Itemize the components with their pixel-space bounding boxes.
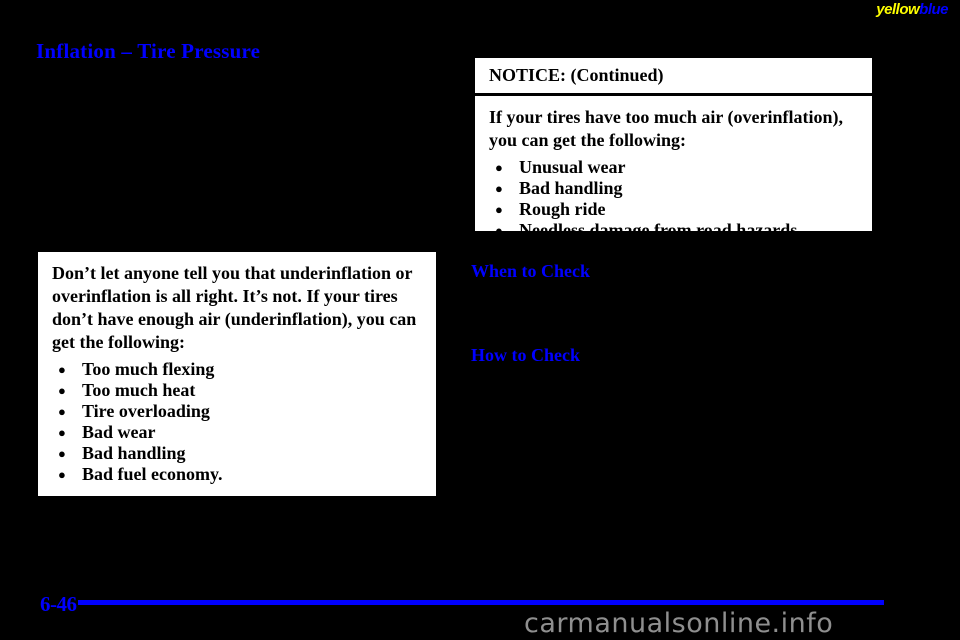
list-item: Bad fuel economy. [52, 464, 422, 485]
list-item: Too much flexing [52, 359, 422, 380]
notice-right-bullet-list: Unusual wear Bad handling Rough ride Nee… [489, 157, 858, 241]
list-item: Tire overloading [52, 401, 422, 422]
watermark-bottom: carmanualsonline.info [524, 608, 834, 639]
notice-right-body-wrap: If your tires have too much air (overinf… [475, 96, 872, 249]
page-title: Inflation – Tire Pressure [36, 39, 261, 63]
manual-page: yellowblue Inflation – Tire Pressure Don… [0, 0, 960, 640]
list-item: Rough ride [489, 199, 858, 220]
notice-right-header-label: NOTICE: (Continued) [489, 65, 664, 85]
notice-box-overinflation: NOTICE: (Continued) If your tires have t… [470, 56, 874, 241]
watermark-top-yellow-text: yellow [876, 1, 920, 18]
subheading-how-to-check: How to Check [471, 345, 580, 365]
list-item: Bad wear [52, 422, 422, 443]
list-item: Bad handling [52, 443, 422, 464]
notice-box-underinflation: Don’t let anyone tell you that underinfl… [36, 250, 438, 515]
notice-right-header: NOTICE: (Continued) [475, 58, 872, 96]
notice-right-body: If your tires have too much air (overinf… [489, 107, 843, 150]
page-number: 6-46 [40, 592, 77, 616]
list-item: Needless damage from road hazards. [489, 220, 858, 241]
list-item: Bad handling [489, 178, 858, 199]
notice-left-bullet-list: Too much flexing Too much heat Tire over… [52, 359, 422, 485]
watermark-top: yellowblue [876, 1, 948, 19]
watermark-top-blue-text: blue [919, 1, 948, 18]
list-item: Unusual wear [489, 157, 858, 178]
footer-divider [78, 600, 884, 605]
notice-left-body: Don’t let anyone tell you that underinfl… [52, 263, 417, 352]
list-item: Too much heat [52, 380, 422, 401]
subheading-when-to-check: When to Check [471, 261, 591, 281]
notice-left-continued-label: NOTICE: (Continued) [247, 495, 422, 515]
